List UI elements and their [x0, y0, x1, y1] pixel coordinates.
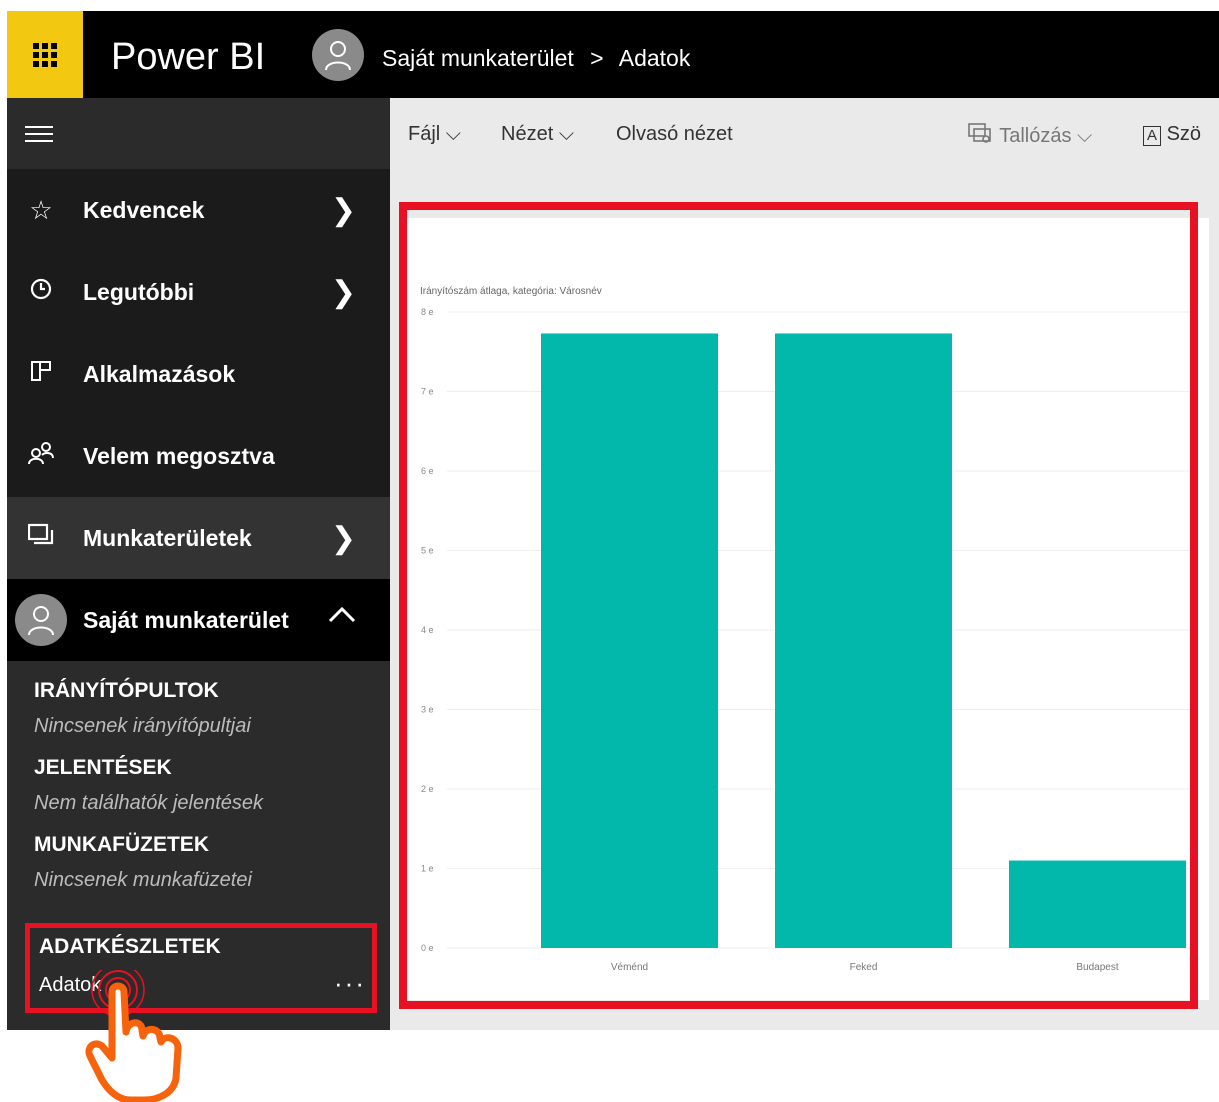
apps-icon [23, 359, 59, 390]
hamburger-button[interactable] [7, 98, 390, 169]
sidebar: ☆ Kedvencek ❯ Legutóbbi ❯ Alkalmazások V… [7, 98, 390, 1030]
breadcrumb-current: Adatok [618, 45, 691, 71]
section-title[interactable]: IRÁNYÍTÓPULTOK [7, 679, 390, 703]
section-title[interactable]: MUNKAFÜZETEK [7, 833, 390, 857]
breadcrumb-workspace[interactable]: Saját munkaterület [382, 45, 574, 71]
clock-icon [23, 277, 59, 308]
sidebar-item-label: Kedvencek [83, 196, 205, 223]
text-box-button[interactable]: A Szö [1143, 123, 1201, 146]
star-icon: ☆ [29, 194, 53, 225]
sidebar-item-label: Velem megosztva [83, 442, 275, 469]
report-toolbar: Fájl ⌵ Nézet ⌵ Olvasó nézet Tallózás ⌵ A… [390, 98, 1219, 170]
pointer-hand-icon [85, 970, 182, 1102]
sidebar-item-workspaces[interactable]: Munkaterületek ❯ [7, 497, 390, 579]
section-dashboards: IRÁNYÍTÓPULTOK Nincsenek irányítópultjai [7, 679, 390, 738]
section-empty-text: Nincsenek munkafüzetei [34, 869, 252, 891]
chevron-right-icon: ❯ [330, 276, 356, 309]
section-title[interactable]: JELENTÉSEK [7, 756, 390, 780]
explore-menu[interactable]: Tallózás ⌵ [968, 123, 1092, 148]
person-icon [325, 41, 351, 71]
chart-highlight-frame [399, 202, 1198, 1009]
avatar [15, 594, 67, 646]
top-bar: Power BI Saját munkaterület > Adatok [7, 11, 1219, 98]
chevron-down-icon: ⌵ [558, 123, 574, 145]
hamburger-icon [25, 121, 53, 147]
reading-view-button[interactable]: Olvasó nézet [616, 123, 733, 146]
sidebar-item-label: Legutóbbi [83, 278, 195, 305]
shared-people-icon [23, 441, 59, 472]
sidebar-item-apps[interactable]: Alkalmazások [7, 333, 390, 415]
brand-title[interactable]: Power BI [111, 36, 265, 79]
more-options-button[interactable]: ··· [334, 968, 366, 999]
avatar [312, 29, 364, 81]
sidebar-item-recent[interactable]: Legutóbbi ❯ [7, 251, 390, 333]
breadcrumb: Saját munkaterület > Adatok [382, 45, 690, 72]
sidebar-item-label: Munkaterületek [83, 524, 252, 551]
chevron-right-icon: ❯ [330, 522, 356, 555]
sidebar-item-label: Alkalmazások [83, 360, 236, 387]
section-workbooks: MUNKAFÜZETEK Nincsenek munkafüzetei [7, 833, 390, 892]
text-icon: A [1143, 126, 1162, 146]
sidebar-item-shared[interactable]: Velem megosztva [7, 415, 390, 497]
section-reports: JELENTÉSEK Nem találhatók jelentések [7, 756, 390, 815]
chevron-up-icon [328, 599, 356, 633]
sidebar-item-label: Saját munkaterület [83, 606, 289, 633]
person-icon [28, 606, 54, 636]
section-empty-text: Nincsenek irányítópultjai [34, 715, 251, 737]
workspaces-icon [23, 523, 59, 554]
waffle-icon [33, 42, 57, 67]
sidebar-item-my-workspace[interactable]: Saját munkaterület [7, 579, 390, 661]
view-menu[interactable]: Nézet ⌵ [501, 123, 574, 146]
breadcrumb-separator: > [590, 45, 604, 71]
app-launcher-button[interactable] [7, 11, 83, 98]
section-empty-text: Nem találhatók jelentések [34, 792, 264, 814]
chevron-right-icon: ❯ [330, 194, 356, 227]
chevron-down-icon: ⌵ [1077, 125, 1093, 147]
section-title[interactable]: ADATKÉSZLETEK [39, 935, 221, 959]
file-menu[interactable]: Fájl ⌵ [408, 123, 461, 146]
sidebar-item-favorites[interactable]: ☆ Kedvencek ❯ [7, 169, 390, 251]
explore-icon [968, 123, 991, 143]
chevron-down-icon: ⌵ [445, 123, 461, 145]
